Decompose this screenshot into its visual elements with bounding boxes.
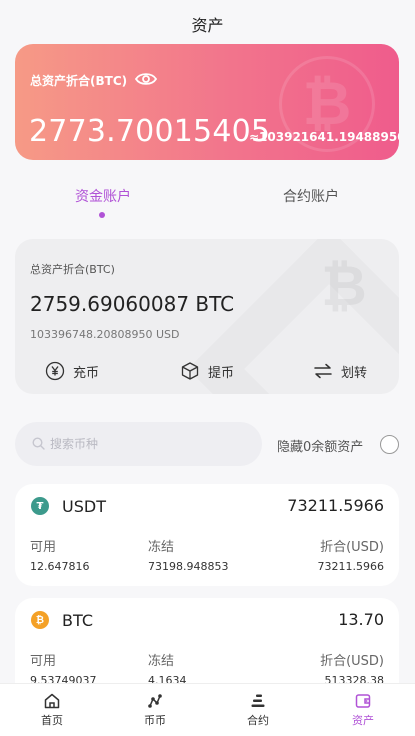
total-assets-usd: ≈103921641.19488950USD <box>249 130 399 144</box>
available-header: 可用 <box>30 654 57 669</box>
withdraw-label: 提币 <box>208 365 235 381</box>
account-total-usd: 103396748.20808950 USD <box>30 328 180 341</box>
frozen-value: 73198.948853 <box>148 560 229 573</box>
withdraw-button[interactable]: 提币 <box>180 361 234 381</box>
hide-zero-toggle[interactable] <box>380 435 399 454</box>
total-assets-btc: 2773.70015405 <box>29 114 271 149</box>
yen-circle-icon <box>45 361 65 381</box>
deposit-label: 充币 <box>73 365 100 381</box>
available-header: 可用 <box>30 540 57 555</box>
total-assets-label: 总资产折合(BTC) <box>30 74 128 88</box>
nav-home[interactable]: 首页 <box>22 690 82 728</box>
asset-card-usdt[interactable]: ₮ USDT 73211.5966 可用 冻结 折合(USD) 12.64781… <box>15 484 399 586</box>
account-tabs: 资金账户 合约账户 <box>0 186 415 226</box>
transfer-label: 划转 <box>341 365 368 381</box>
home-icon <box>44 693 60 709</box>
hide-zero-label: 隐藏0余额资产 <box>277 440 364 455</box>
usdt-coin-icon: ₮ <box>31 497 49 515</box>
page-title: 资产 <box>191 16 224 35</box>
converted-value: 73211.5966 <box>317 560 384 573</box>
wallet-icon <box>355 694 371 708</box>
eye-icon[interactable] <box>135 71 157 87</box>
nav-trade[interactable]: 币币 <box>125 690 185 728</box>
available-value: 12.647816 <box>30 560 90 573</box>
bitcoin-watermark-icon: ₿ <box>321 254 367 319</box>
deposit-button[interactable]: 充币 <box>45 361 99 381</box>
btc-coin-icon: ₿ <box>31 611 49 629</box>
transfer-button[interactable]: 划转 <box>313 361 367 381</box>
asset-name: BTC <box>62 611 93 630</box>
tab-contract-account[interactable]: 合约账户 <box>283 186 339 206</box>
asset-total: 13.70 <box>338 610 384 629</box>
nav-home-label: 首页 <box>41 714 63 727</box>
search-icon <box>32 437 45 450</box>
converted-header: 折合(USD) <box>320 654 384 669</box>
tab-funding-account[interactable]: 资金账户 <box>75 186 131 206</box>
bottom-nav: 首页 币币 合约 资产 <box>0 683 415 736</box>
active-tab-indicator <box>99 212 105 218</box>
frozen-header: 冻结 <box>148 540 175 555</box>
search-box <box>15 422 262 466</box>
trade-icon <box>148 694 162 708</box>
nav-assets[interactable]: 资产 <box>333 690 393 728</box>
converted-header: 折合(USD) <box>320 540 384 555</box>
frozen-header: 冻结 <box>148 654 175 669</box>
nav-assets-label: 资产 <box>352 714 374 727</box>
asset-name: USDT <box>62 497 106 516</box>
asset-total: 73211.5966 <box>287 496 384 515</box>
nav-contract[interactable]: 合约 <box>228 690 288 728</box>
account-total-label: 总资产折合(BTC) <box>30 263 115 276</box>
nav-contract-label: 合约 <box>247 714 269 727</box>
search-input[interactable] <box>50 434 240 454</box>
nav-trade-label: 币币 <box>144 714 166 727</box>
funding-account-card: ₿ 总资产折合(BTC) 2759.69060087 BTC 103396748… <box>15 239 399 394</box>
total-assets-card: ₿ 总资产折合(BTC) 2773.70015405 ≈103921641.19… <box>15 44 399 160</box>
box-icon <box>181 362 199 380</box>
transfer-arrows-icon <box>314 363 332 379</box>
contract-icon <box>251 694 265 707</box>
account-total-btc: 2759.69060087 BTC <box>30 292 235 316</box>
